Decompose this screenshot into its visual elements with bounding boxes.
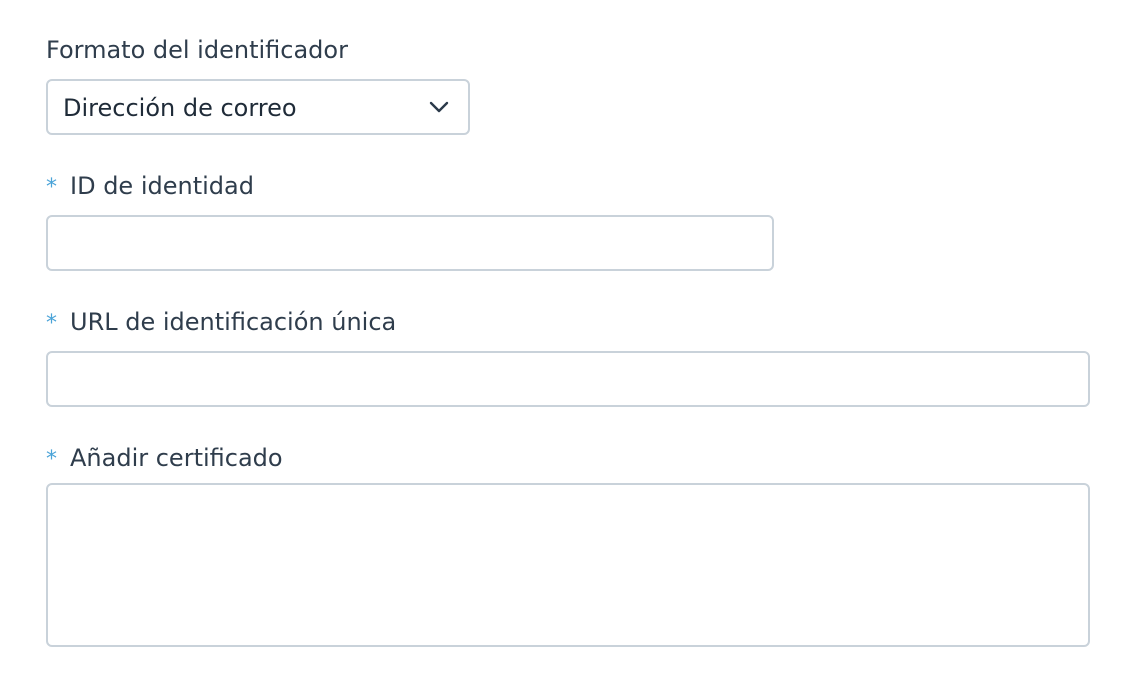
- required-star: *: [46, 447, 57, 472]
- identity-id-input[interactable]: [48, 217, 772, 269]
- identity-id-label-text: ID de identidad: [70, 172, 254, 200]
- format-select-value: Dirección de correo: [63, 94, 297, 122]
- certificate-label-text: Añadir certificado: [70, 444, 283, 472]
- unique-url-label-text: URL de identificación única: [70, 308, 397, 336]
- unique-url-label: * URL de identificación única: [46, 307, 396, 339]
- identity-id-label: * ID de identidad: [46, 171, 254, 203]
- required-star: *: [46, 311, 57, 336]
- format-select[interactable]: Dirección de correo: [46, 79, 470, 135]
- chevron-down-icon: [429, 101, 449, 113]
- identity-id-field[interactable]: [46, 215, 774, 271]
- certificate-field[interactable]: [46, 483, 1090, 647]
- certificate-textarea[interactable]: [48, 485, 1088, 645]
- certificate-label: * Añadir certificado: [46, 443, 283, 475]
- format-label-text: Formato del identificador: [46, 36, 348, 64]
- unique-url-field[interactable]: [46, 351, 1090, 407]
- format-label: Formato del identificador: [46, 35, 348, 65]
- required-star: *: [46, 175, 57, 200]
- unique-url-input[interactable]: [48, 353, 1088, 405]
